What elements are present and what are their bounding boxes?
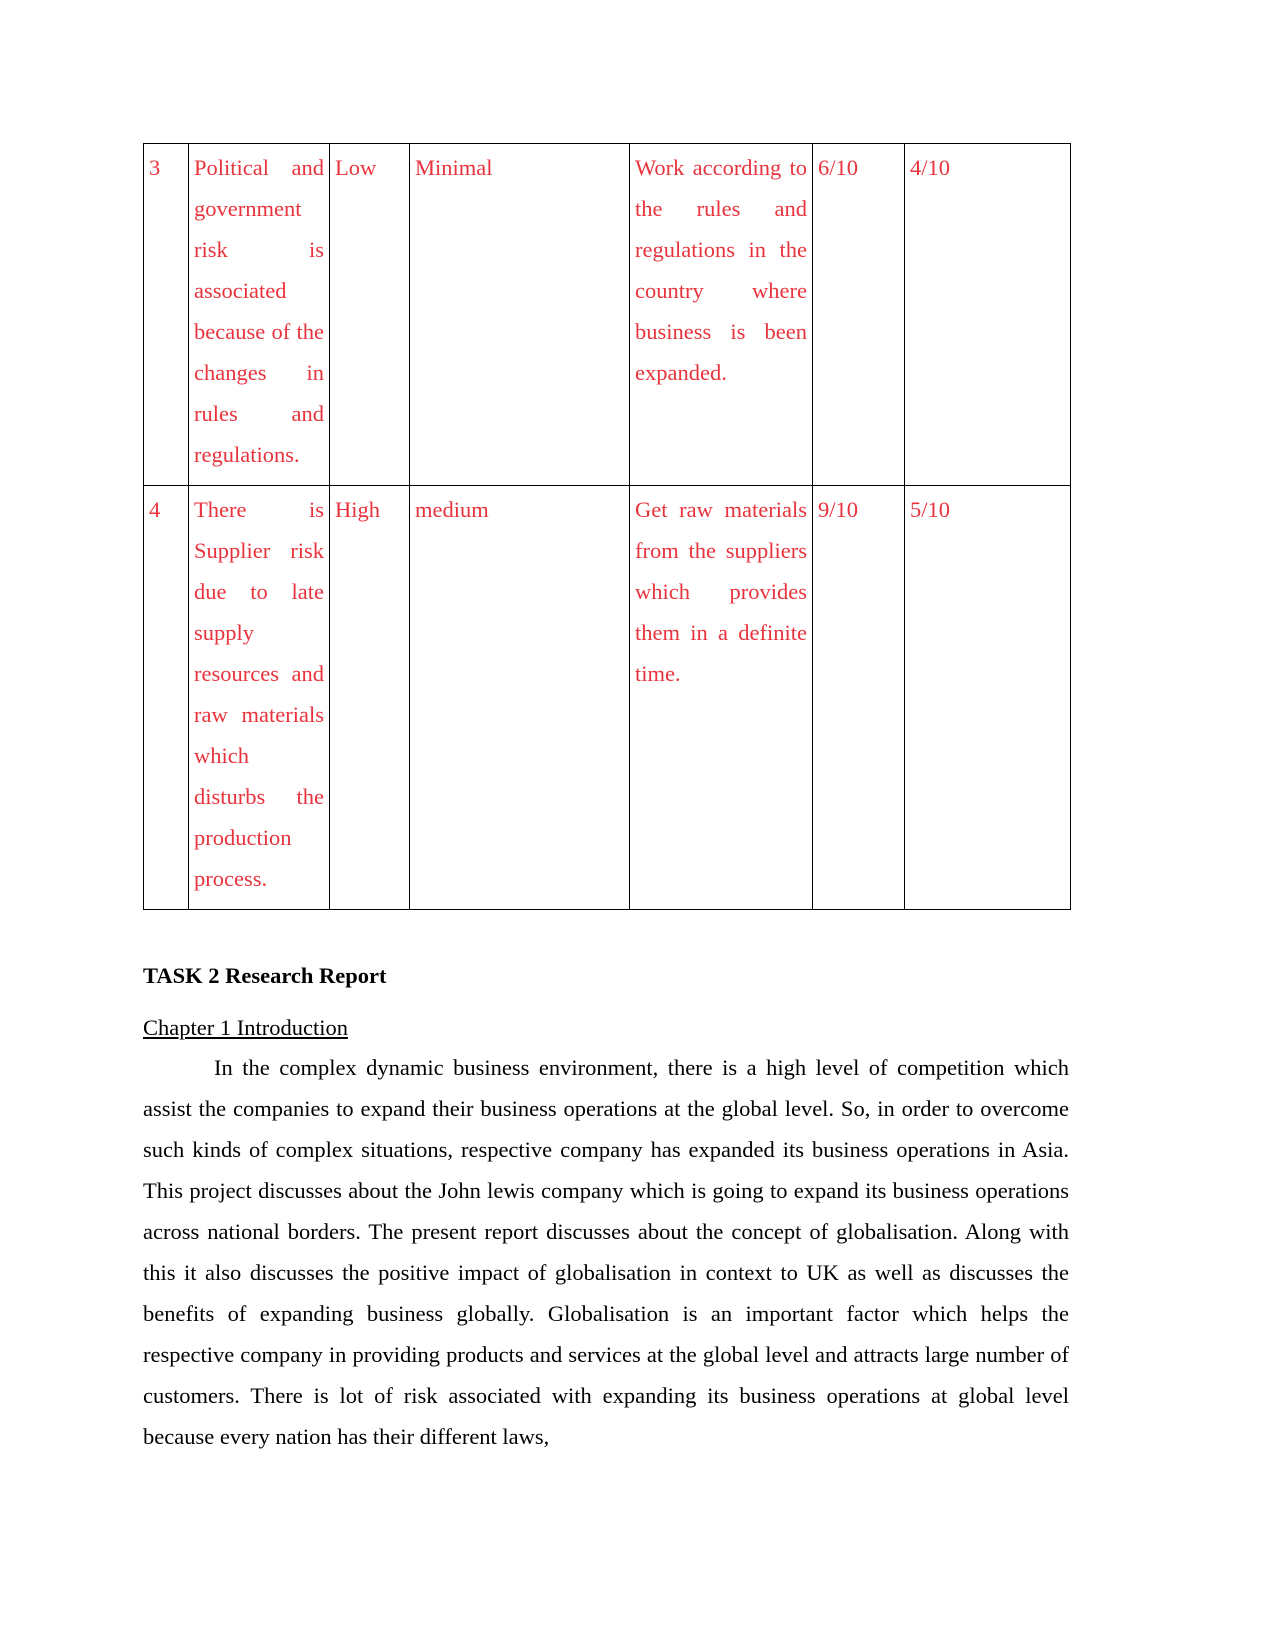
intro-paragraph: In the complex dynamic business environm… xyxy=(143,1055,1069,1449)
risk-description: Political and government risk is associa… xyxy=(188,143,330,486)
risk-score-before: 6/10 xyxy=(812,143,905,486)
risk-number: 3 xyxy=(143,143,189,486)
chapter-title: Chapter 1 Introduction xyxy=(143,1015,348,1040)
risk-number: 4 xyxy=(143,485,189,910)
risk-impact: Minimal xyxy=(409,143,630,486)
risk-description: There is Supplier risk due to late suppl… xyxy=(188,485,330,910)
risk-mitigation: Work according to the rules and regulati… xyxy=(629,143,813,486)
risk-score-after: 4/10 xyxy=(904,143,1071,486)
risk-mitigation: Get raw materials from the suppliers whi… xyxy=(629,485,813,910)
risk-likelihood: Low xyxy=(329,143,410,486)
task-heading: TASK 2 Research Report xyxy=(143,963,387,988)
table-row: 3 Political and government risk is assoc… xyxy=(143,143,1071,486)
risk-likelihood: High xyxy=(329,485,410,910)
risk-impact: medium xyxy=(409,485,630,910)
risk-score-before: 9/10 xyxy=(812,485,905,910)
document-page: 3 Political and government risk is assoc… xyxy=(143,143,1071,1457)
risk-table: 3 Political and government risk is assoc… xyxy=(143,143,1071,910)
risk-score-after: 5/10 xyxy=(904,485,1071,910)
table-row: 4 There is Supplier risk due to late sup… xyxy=(143,485,1071,910)
